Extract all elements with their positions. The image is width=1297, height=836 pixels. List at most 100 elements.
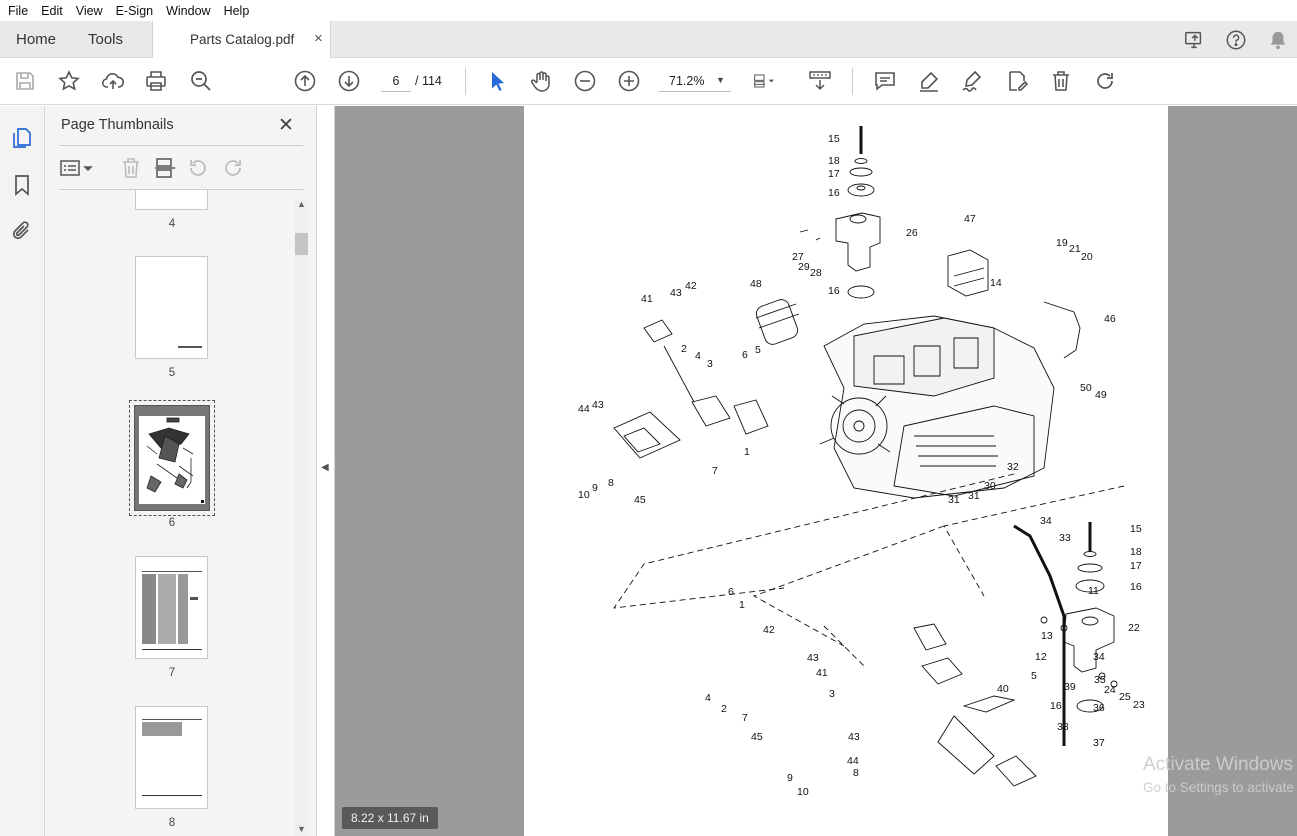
page-fit-icon[interactable] — [752, 69, 788, 93]
part-callout-label: 43 — [848, 731, 860, 743]
thumbnail-number: 7 — [168, 667, 176, 679]
sign-icon[interactable] — [960, 69, 984, 93]
toolbar-divider — [465, 68, 466, 95]
menu-file[interactable]: File — [4, 4, 32, 18]
bookmark-star-icon[interactable] — [57, 69, 81, 93]
menu-esign[interactable]: E-Sign — [112, 4, 158, 18]
edit-pdf-icon[interactable] — [1005, 69, 1029, 93]
close-panel-icon[interactable]: ✕ — [278, 114, 294, 137]
scrollbar-thumb[interactable] — [295, 233, 308, 255]
part-callout-label: 2 — [721, 703, 727, 715]
part-callout-label: 25 — [1119, 691, 1131, 703]
menu-help[interactable]: Help — [220, 4, 254, 18]
part-callout-label: 17 — [828, 168, 840, 180]
panel-collapse-handle[interactable]: ◀ — [318, 106, 335, 836]
menu-window[interactable]: Window — [162, 4, 214, 18]
part-callout-label: 1 — [739, 599, 745, 611]
part-callout-label: 31 — [948, 494, 960, 506]
part-callout-label: 9 — [787, 772, 793, 784]
part-callout-label: 1 — [744, 446, 750, 458]
delete-page-icon[interactable] — [119, 156, 143, 180]
part-callout-label: 49 — [1095, 389, 1107, 401]
part-callout-label: 43 — [592, 399, 604, 411]
insert-page-icon[interactable] — [153, 156, 177, 180]
part-callout-label: 9 — [592, 482, 598, 494]
thumbnail-page-content — [139, 416, 205, 504]
scroll-down-arrow-icon[interactable]: ▼ — [297, 824, 306, 834]
document-view[interactable]: 15 18 17 16 26 27 29 28 16 47 14 19 21 20 46 50 49 41 43 42… — [335, 106, 1297, 836]
thumbnail-page-4[interactable] — [135, 190, 208, 210]
part-callout-label: 16 — [828, 285, 840, 297]
panel-title: Page Thumbnails — [61, 117, 174, 133]
page-thumbnails-icon[interactable] — [10, 126, 34, 150]
thumbnail-page-8[interactable] — [135, 706, 208, 809]
thumbnail-page-7[interactable] — [135, 556, 208, 659]
rotate-icon[interactable] — [1093, 69, 1117, 93]
zoom-search-icon[interactable] — [189, 69, 213, 93]
part-callout-label: 6 — [728, 586, 734, 598]
close-tab-icon[interactable]: × — [314, 30, 323, 47]
part-callout-label: 46 — [1104, 313, 1116, 325]
thumbnail-page-5[interactable] — [135, 256, 208, 359]
page-number-input[interactable] — [381, 70, 411, 92]
part-callout-label: 5 — [755, 344, 761, 356]
zoom-out-icon[interactable] — [573, 69, 597, 93]
rotate-clockwise-icon[interactable] — [221, 156, 245, 180]
hand-tool-icon[interactable] — [529, 69, 553, 93]
menu-edit[interactable]: Edit — [37, 4, 67, 18]
page-thumbnails-panel: Page Thumbnails ✕ 4 5 6 7 8 ▲ ▼ — [45, 106, 317, 836]
thumbnail-scrollbar[interactable]: ▲ ▼ — [294, 199, 309, 836]
print-icon[interactable] — [144, 69, 168, 93]
chevron-down-icon: ▼ — [716, 75, 725, 85]
page-size-indicator: 8.22 x 11.67 in — [342, 807, 438, 829]
part-callout-label: 10 — [797, 786, 809, 798]
part-callout-label: 23 — [1133, 699, 1145, 711]
tab-tools[interactable]: Tools — [88, 21, 123, 58]
next-page-icon[interactable] — [337, 69, 361, 93]
notifications-bell-icon[interactable] — [1267, 29, 1289, 51]
collapse-left-icon: ◀ — [321, 462, 329, 473]
previous-page-icon[interactable] — [293, 69, 317, 93]
help-icon[interactable] — [1225, 29, 1247, 51]
comment-icon[interactable] — [873, 69, 897, 93]
thumbnail-number: 4 — [168, 218, 176, 230]
part-callout-label: 43 — [807, 652, 819, 664]
thumbnail-page-6[interactable] — [134, 405, 210, 511]
zoom-value: 71.2% — [669, 74, 705, 88]
document-tab-label: Parts Catalog.pdf — [190, 32, 295, 47]
highlight-pen-icon[interactable] — [917, 69, 941, 93]
part-callout-label: 45 — [751, 731, 763, 743]
scroll-mode-icon[interactable] — [808, 69, 832, 93]
part-callout-label: 26 — [906, 227, 918, 239]
tab-home[interactable]: Home — [16, 21, 56, 58]
zoom-dropdown[interactable]: 71.2% ▼ — [659, 70, 731, 92]
scroll-up-arrow-icon[interactable]: ▲ — [297, 199, 306, 209]
part-callout-label: 30 — [984, 480, 996, 492]
thumbnail-options-icon[interactable] — [59, 156, 97, 180]
select-cursor-icon[interactable] — [486, 69, 510, 93]
part-callout-label: 41 — [641, 293, 653, 305]
attachments-paperclip-icon[interactable] — [10, 219, 34, 243]
part-callout-label: 22 — [1128, 622, 1140, 634]
part-callout-label: 34 — [1040, 515, 1052, 527]
part-callout-label: 19 — [1056, 237, 1068, 249]
document-tab[interactable]: Parts Catalog.pdf × — [152, 21, 331, 58]
upload-cloud-icon[interactable] — [101, 69, 125, 93]
part-callout-label: 48 — [750, 278, 762, 290]
thumbnail-number: 6 — [168, 517, 176, 529]
delete-icon[interactable] — [1049, 69, 1073, 93]
save-icon[interactable] — [13, 69, 37, 93]
bookmarks-icon[interactable] — [10, 173, 34, 197]
part-callout-label: 20 — [1081, 251, 1093, 263]
part-callout-label: 8 — [853, 767, 859, 779]
rotate-counterclockwise-icon[interactable] — [186, 156, 210, 180]
part-callout-label: 15 — [1130, 523, 1142, 535]
toolbar-divider — [852, 68, 853, 95]
menu-view[interactable]: View — [72, 4, 107, 18]
panel-divider — [59, 145, 303, 146]
zoom-in-icon[interactable] — [617, 69, 641, 93]
activate-windows-subtext: Go to Settings to activate Windows. — [1143, 780, 1297, 795]
share-screen-icon[interactable] — [1183, 29, 1205, 51]
part-callout-label: 32 — [1007, 461, 1019, 473]
part-callout-label: 42 — [685, 280, 697, 292]
